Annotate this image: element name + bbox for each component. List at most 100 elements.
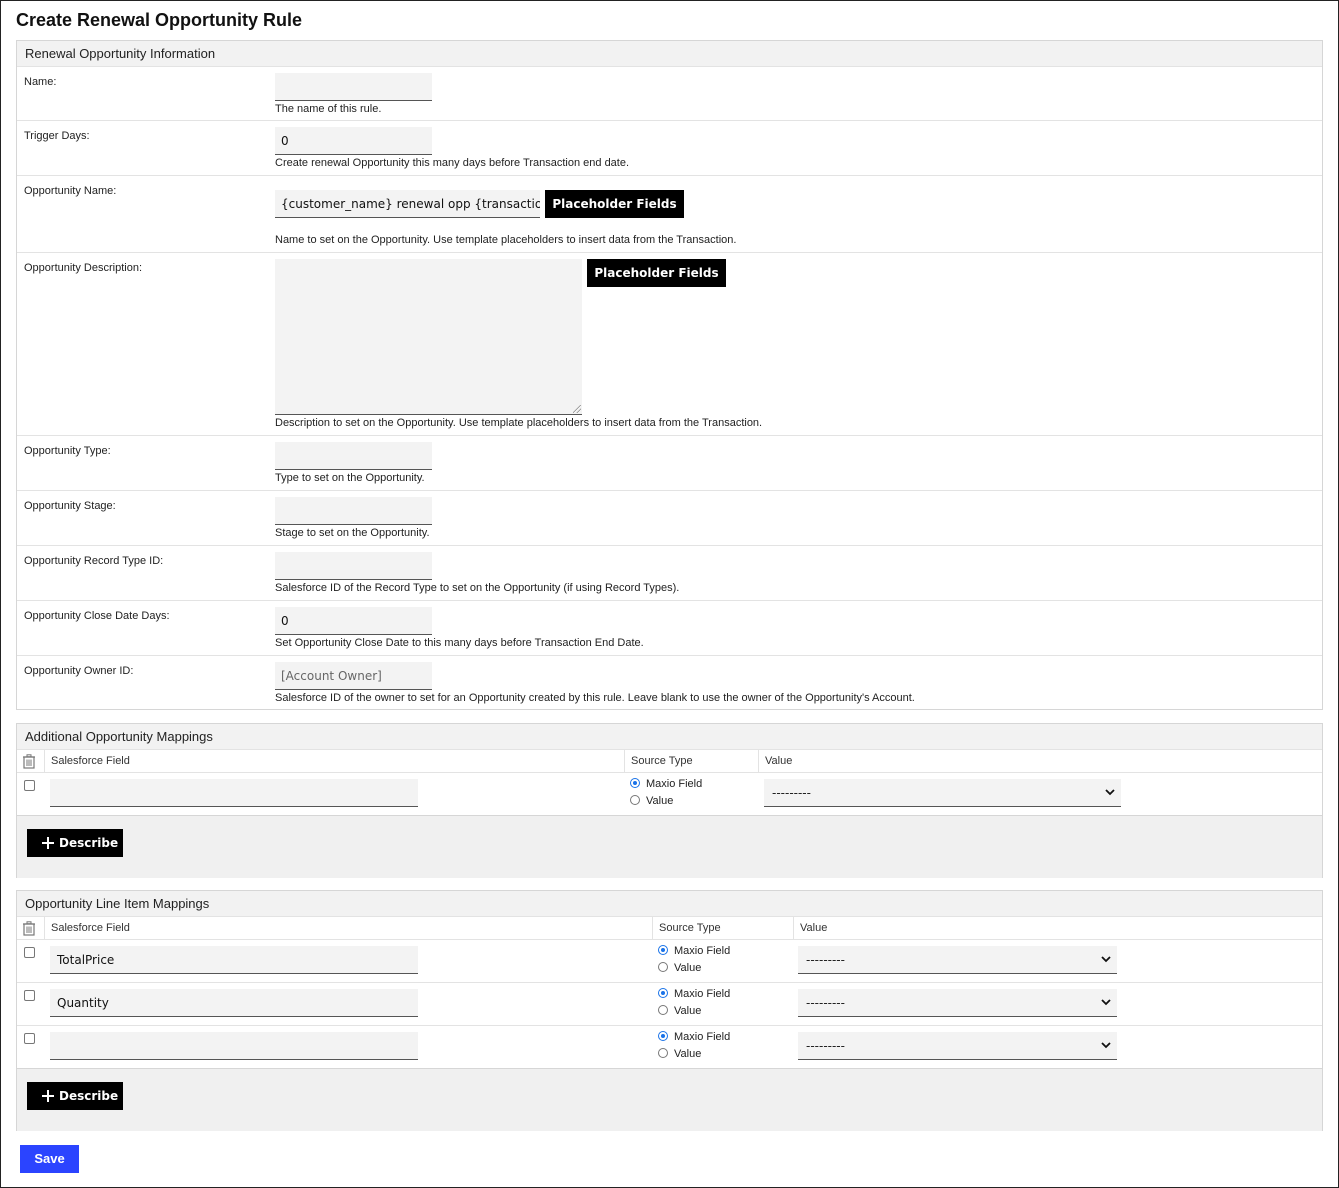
radio-value[interactable]: Value — [658, 962, 701, 974]
opportunity-name-label: Opportunity Name: — [24, 185, 117, 197]
name-help: The name of this rule. — [275, 103, 382, 115]
field-row-opportunity-description: Opportunity Description: Placeholder Fie… — [17, 252, 1322, 435]
column-value: Value — [758, 750, 1322, 773]
radio-selected-icon — [658, 945, 668, 955]
record-type-id-label: Opportunity Record Type ID: — [24, 555, 164, 567]
value-select[interactable]: --------- — [798, 946, 1117, 974]
field-row-opportunity-name: Opportunity Name: {customer_name} renewa… — [17, 175, 1322, 252]
plus-icon — [42, 837, 54, 849]
opportunity-description-help: Description to set on the Opportunity. U… — [275, 417, 763, 429]
value-select[interactable]: --------- — [764, 779, 1121, 807]
field-row-trigger-days: Trigger Days: 0 Create renewal Opportuni… — [17, 120, 1322, 175]
table-row: Maxio Field Value --------- — [17, 772, 1322, 815]
name-label: Name: — [24, 76, 57, 88]
value-select[interactable]: --------- — [798, 1032, 1117, 1060]
info-panel: Renewal Opportunity Information Name: Th… — [16, 40, 1323, 710]
opportunity-stage-input[interactable] — [275, 497, 432, 525]
row-checkbox[interactable] — [24, 947, 35, 958]
trigger-days-input[interactable]: 0 — [275, 127, 432, 155]
radio-maxio-field[interactable]: Maxio Field — [658, 945, 730, 957]
record-type-id-help: Salesforce ID of the Record Type to set … — [275, 582, 680, 594]
page-title: Create Renewal Opportunity Rule — [16, 10, 303, 30]
column-salesforce-field: Salesforce Field — [44, 750, 624, 773]
additional-mappings-header: Salesforce Field Source Type Value — [17, 749, 1322, 773]
trash-icon[interactable] — [22, 921, 36, 936]
describe-button[interactable]: Describe — [27, 829, 123, 857]
salesforce-field-input[interactable] — [50, 1032, 418, 1060]
opportunity-stage-help: Stage to set on the Opportunity. — [275, 527, 430, 539]
plus-icon — [42, 1090, 54, 1102]
close-date-days-input[interactable]: 0 — [275, 607, 432, 635]
salesforce-field-input[interactable]: Quantity — [50, 989, 418, 1017]
close-date-days-label: Opportunity Close Date Days: — [24, 610, 170, 622]
row-checkbox[interactable] — [24, 1033, 35, 1044]
salesforce-field-input[interactable]: TotalPrice — [50, 946, 418, 974]
opportunity-type-help: Type to set on the Opportunity. — [275, 472, 425, 484]
opportunity-name-input[interactable]: {customer_name} renewal opp {transaction — [275, 190, 540, 218]
field-row-opportunity-type: Opportunity Type: Type to set on the Opp… — [17, 435, 1322, 490]
value-select[interactable]: --------- — [798, 989, 1117, 1017]
radio-maxio-label: Maxio Field — [674, 1031, 731, 1043]
column-source-type: Source Type — [624, 750, 758, 773]
radio-unselected-icon — [658, 1048, 668, 1058]
name-input[interactable] — [275, 73, 432, 101]
opportunity-type-input[interactable] — [275, 442, 432, 470]
field-row-name: Name: The name of this rule. — [17, 66, 1322, 120]
radio-unselected-icon — [658, 962, 668, 972]
salesforce-field-input[interactable] — [50, 779, 418, 807]
radio-value-label: Value — [674, 962, 702, 974]
save-button[interactable]: Save — [20, 1145, 79, 1173]
opportunity-description-label: Opportunity Description: — [24, 262, 142, 274]
trash-icon[interactable] — [22, 754, 36, 769]
line-item-mappings-footer: Describe — [17, 1068, 1322, 1131]
describe-label: Describe — [59, 836, 119, 850]
chevron-down-icon — [1101, 1042, 1111, 1049]
resize-handle-icon[interactable] — [573, 405, 581, 413]
radio-maxio-label: Maxio Field — [674, 988, 731, 1000]
owner-id-help: Salesforce ID of the owner to set for an… — [275, 692, 915, 704]
radio-maxio-field[interactable]: Maxio Field — [658, 1031, 730, 1043]
value-select-text: --------- — [806, 953, 845, 967]
line-item-mappings-panel: Opportunity Line Item Mappings Salesforc… — [16, 890, 1323, 1131]
opportunity-description-textarea[interactable] — [275, 259, 582, 415]
radio-value-label: Value — [674, 1048, 702, 1060]
radio-value[interactable]: Value — [658, 1005, 701, 1017]
radio-value-label: Value — [674, 1005, 702, 1017]
opportunity-name-help: Name to set on the Opportunity. Use temp… — [275, 234, 737, 246]
additional-mappings-heading: Additional Opportunity Mappings — [17, 724, 1322, 749]
describe-label: Describe — [59, 1089, 119, 1103]
radio-maxio-field[interactable]: Maxio Field — [630, 778, 702, 790]
table-row: TotalPrice Maxio Field Value --------- — [17, 939, 1322, 982]
value-select-text: --------- — [806, 1039, 845, 1053]
chevron-down-icon — [1101, 999, 1111, 1006]
field-row-record-type-id: Opportunity Record Type ID: Salesforce I… — [17, 545, 1322, 600]
radio-maxio-label: Maxio Field — [646, 778, 703, 790]
radio-maxio-field[interactable]: Maxio Field — [658, 988, 730, 1000]
record-type-id-input[interactable] — [275, 552, 432, 580]
radio-unselected-icon — [658, 1005, 668, 1015]
additional-mappings-footer: Describe — [17, 815, 1322, 878]
value-select-text: --------- — [772, 786, 811, 800]
opportunity-stage-label: Opportunity Stage: — [24, 500, 116, 512]
row-checkbox[interactable] — [24, 780, 35, 791]
opportunity-name-placeholder-fields-button[interactable]: Placeholder Fields — [545, 190, 684, 218]
table-row: Quantity Maxio Field Value --------- — [17, 982, 1322, 1025]
radio-unselected-icon — [630, 795, 640, 805]
radio-value[interactable]: Value — [630, 795, 673, 807]
owner-id-input[interactable]: [Account Owner] — [275, 662, 432, 690]
column-source-type: Source Type — [652, 917, 793, 940]
radio-selected-icon — [658, 1031, 668, 1041]
column-value: Value — [793, 917, 1322, 940]
opportunity-description-placeholder-fields-button[interactable]: Placeholder Fields — [587, 259, 726, 287]
row-checkbox[interactable] — [24, 990, 35, 1001]
line-item-mappings-header: Salesforce Field Source Type Value — [17, 916, 1322, 940]
describe-button[interactable]: Describe — [27, 1082, 123, 1110]
radio-maxio-label: Maxio Field — [674, 945, 731, 957]
radio-value[interactable]: Value — [658, 1048, 701, 1060]
line-item-mappings-heading: Opportunity Line Item Mappings — [17, 891, 1322, 916]
field-row-owner-id: Opportunity Owner ID: [Account Owner] Sa… — [17, 655, 1322, 710]
opportunity-type-label: Opportunity Type: — [24, 445, 111, 457]
owner-id-label: Opportunity Owner ID: — [24, 665, 134, 677]
field-row-close-date-days: Opportunity Close Date Days: 0 Set Oppor… — [17, 600, 1322, 655]
trigger-days-help: Create renewal Opportunity this many day… — [275, 157, 630, 169]
